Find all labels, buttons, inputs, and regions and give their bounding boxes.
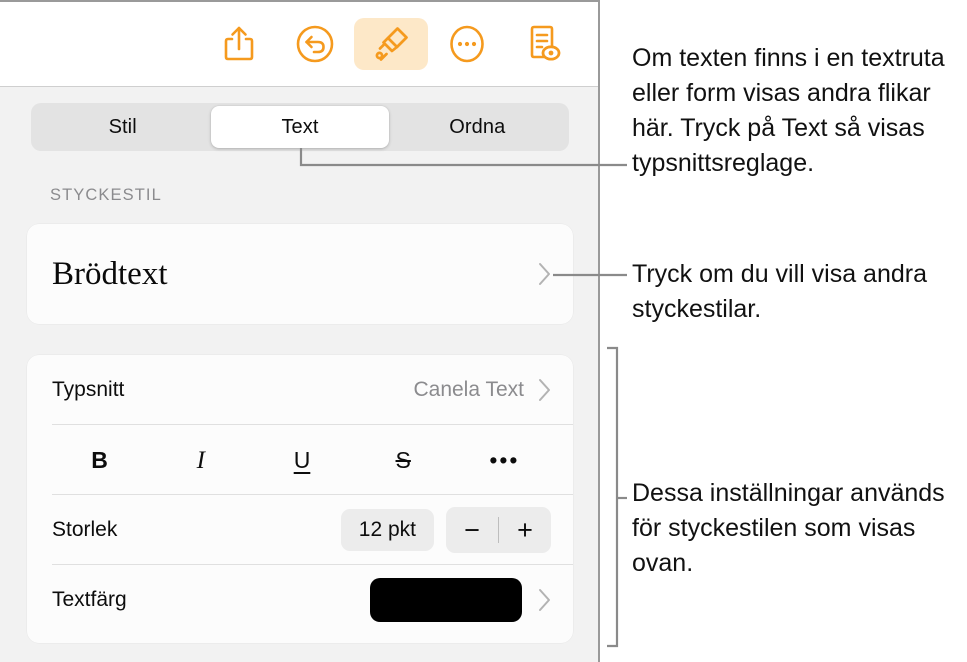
tab-ordna[interactable]: Ordna [389, 106, 566, 148]
paragraph-style-card: Brödtext [27, 224, 573, 324]
paragraph-style-value: Brödtext [52, 255, 168, 292]
size-value-field[interactable]: 12 pkt [340, 509, 434, 551]
bold-button[interactable]: B [49, 448, 150, 472]
segmented-control: Stil Text Ordna [31, 103, 569, 151]
font-settings-card: Typsnitt Canela Text B I U S ••• Storlek… [27, 355, 573, 643]
chevron-right-icon [538, 588, 551, 612]
text-color-row-label: Textfärg [52, 588, 127, 611]
font-row-label: Typsnitt [52, 378, 125, 401]
size-decrease-button[interactable]: − [446, 507, 498, 553]
text-color-row[interactable]: Textfärg [27, 565, 573, 635]
font-row-value: Canela Text [413, 378, 524, 401]
size-increase-button[interactable]: + [499, 507, 551, 553]
size-row: Storlek 12 pkt − + [27, 495, 573, 565]
tab-text[interactable]: Text [211, 106, 389, 148]
chevron-right-icon [538, 378, 551, 402]
tab-stil[interactable]: Stil [34, 106, 211, 148]
paragraph-style-section-header: STYCKESTIL [50, 186, 162, 204]
italic-button[interactable]: I [150, 448, 251, 473]
font-row[interactable]: Typsnitt Canela Text [27, 355, 573, 425]
annotation-font-settings: Dessa inställningar används för styckest… [632, 479, 945, 577]
share-icon [222, 24, 256, 64]
more-format-button[interactable]: ••• [454, 448, 555, 472]
document-review-button[interactable] [506, 18, 580, 70]
more-icon [447, 24, 487, 64]
paintbrush-icon [370, 23, 412, 65]
text-color-swatch[interactable] [370, 578, 522, 622]
more-button[interactable] [430, 18, 504, 70]
size-stepper: − + [446, 507, 551, 553]
paragraph-style-row[interactable]: Brödtext [27, 224, 573, 324]
size-row-label: Storlek [52, 518, 118, 541]
share-button[interactable] [202, 18, 276, 70]
format-buttons-row: B I U S ••• [27, 425, 573, 495]
annotation-paragraph-style: Tryck om du vill visa andra styckestilar… [632, 260, 927, 323]
undo-icon [295, 24, 335, 64]
annotation-text-tab: Om texten finns i en textruta eller form… [632, 44, 945, 177]
document-eye-icon [524, 23, 562, 65]
strikethrough-button[interactable]: S [353, 448, 454, 472]
format-panel: Stil Text Ordna STYCKESTIL Brödtext Typs… [0, 0, 600, 662]
chevron-right-icon [538, 262, 551, 286]
format-button[interactable] [354, 18, 428, 70]
undo-button[interactable] [278, 18, 352, 70]
underline-button[interactable]: U [251, 448, 352, 472]
toolbar [0, 0, 598, 87]
